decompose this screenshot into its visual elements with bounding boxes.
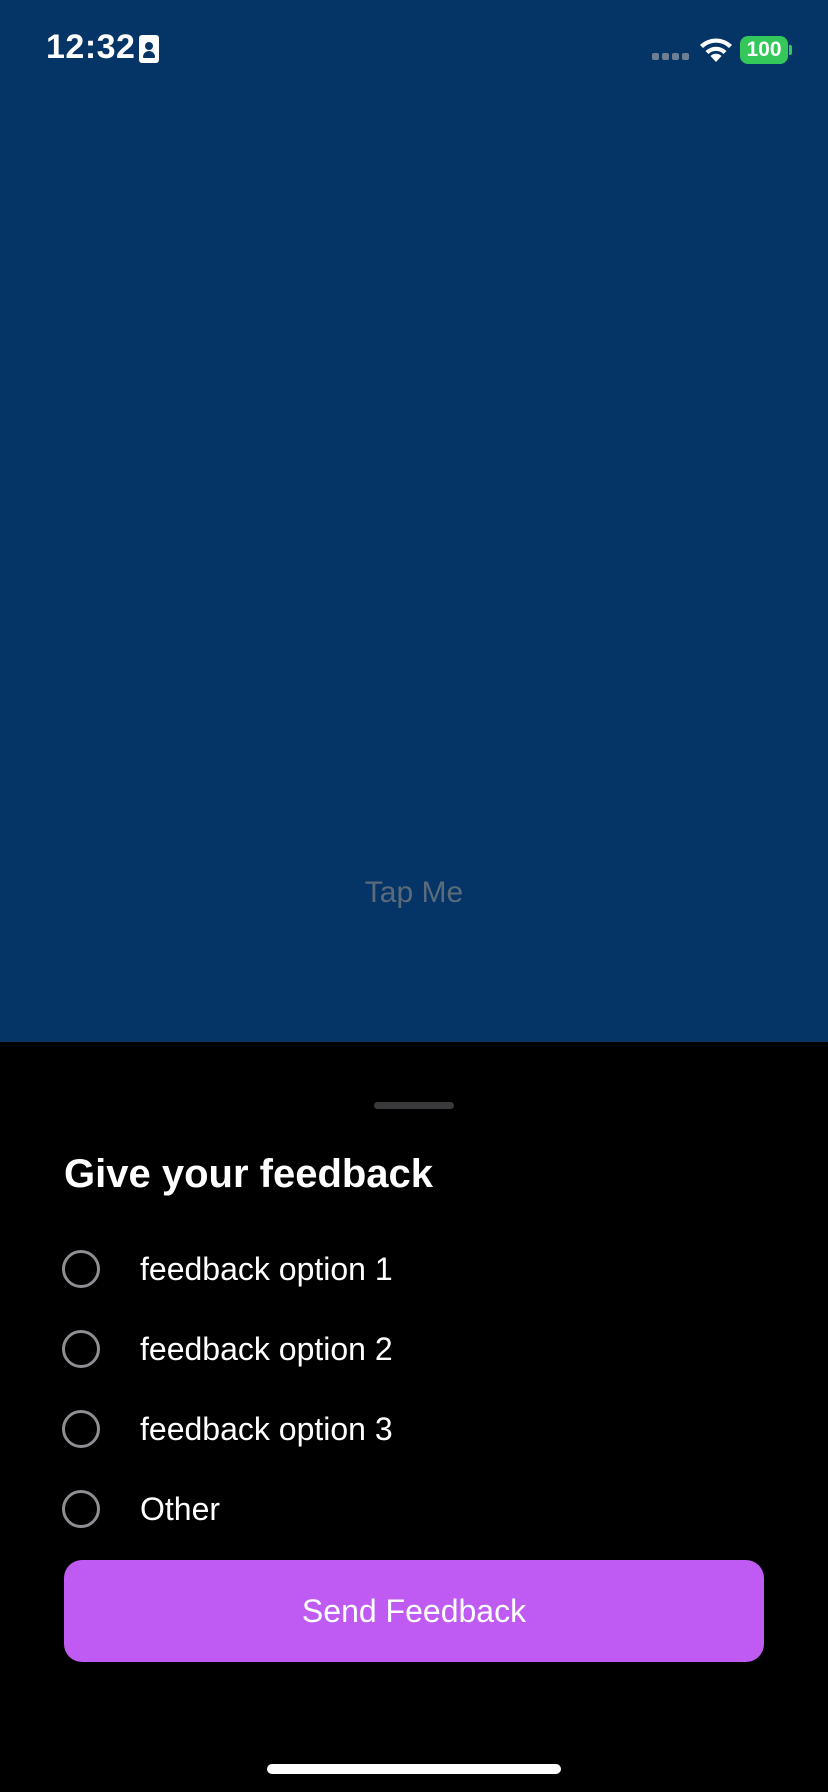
status-bar: 12:32 100 — [0, 0, 828, 100]
contact-card-icon — [139, 35, 159, 63]
battery-icon: 100 — [740, 36, 792, 64]
option-label: feedback option 2 — [140, 1331, 393, 1367]
feedback-option-other[interactable]: Other — [0, 1470, 828, 1550]
option-label: feedback option 3 — [140, 1411, 393, 1447]
option-label: Other — [140, 1491, 221, 1527]
send-feedback-button[interactable]: Send Feedback — [64, 1560, 764, 1662]
battery-level: 100 — [740, 36, 788, 64]
feedback-option-3[interactable]: feedback option 3 — [0, 1390, 828, 1470]
app-screen: 12:32 100 Tap Me Give your feedback feed… — [0, 0, 828, 1792]
sheet-grabber-handle[interactable] — [374, 1102, 454, 1109]
status-time: 12:32 — [46, 28, 136, 66]
feedback-option-1[interactable]: feedback option 1 — [0, 1230, 828, 1310]
feedback-option-list: feedback option 1 feedback option 2 feed… — [0, 1230, 828, 1550]
tap-me-button[interactable]: Tap Me — [0, 876, 828, 910]
radio-button-icon[interactable] — [62, 1250, 100, 1288]
wifi-icon — [699, 36, 733, 62]
home-indicator[interactable] — [267, 1764, 561, 1774]
radio-button-icon[interactable] — [62, 1410, 100, 1448]
radio-button-icon[interactable] — [62, 1490, 100, 1528]
feedback-sheet: Give your feedback feedback option 1 fee… — [0, 1042, 828, 1792]
sheet-title: Give your feedback — [64, 1152, 434, 1196]
main-content-area: 12:32 100 Tap Me — [0, 0, 828, 1042]
feedback-option-2[interactable]: feedback option 2 — [0, 1310, 828, 1390]
option-label: feedback option 1 — [140, 1251, 393, 1287]
radio-button-icon[interactable] — [62, 1330, 100, 1368]
cellular-signal-icon — [652, 53, 692, 61]
